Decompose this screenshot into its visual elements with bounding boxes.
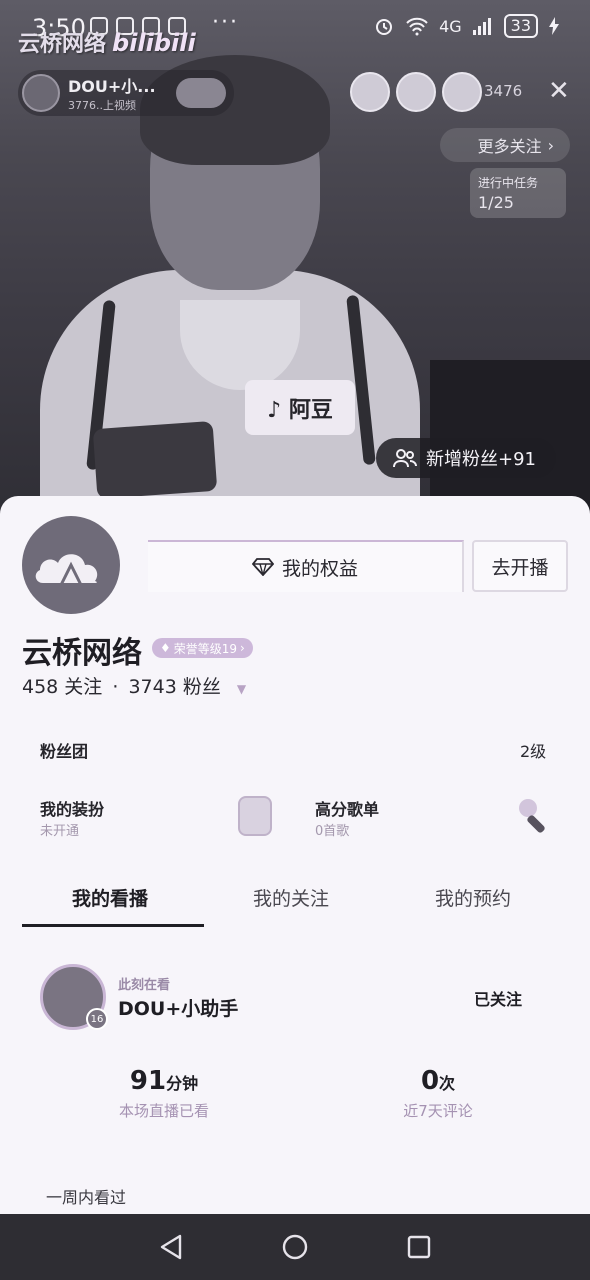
follow-host-button[interactable] [176, 78, 226, 108]
home-button[interactable] [279, 1231, 311, 1263]
my-rights-label: 我的权益 [281, 557, 358, 580]
watch-unit: 分钟 [166, 1074, 199, 1093]
follow-stats[interactable]: 458 关注 · 3743 粉丝 ▼ [22, 672, 246, 699]
top-playlist-label[interactable]: 高分歌单 [315, 796, 379, 820]
following-count[interactable]: 458 关注 [22, 676, 102, 698]
honor-level-badge[interactable]: ♦ 荣誉等级19 › [152, 638, 253, 658]
microphone-icon[interactable] [516, 796, 556, 836]
stats-separator: · [112, 676, 119, 698]
host-avatar[interactable] [22, 74, 60, 112]
chevron-right-icon: › [240, 641, 245, 655]
go-live-button[interactable]: 去开播 [472, 540, 568, 592]
playlist-count: 0首歌 [315, 824, 350, 839]
followers-count[interactable]: 3743 粉丝 [128, 676, 220, 698]
username: 云桥网络 [22, 636, 142, 671]
active-tab-indicator [22, 924, 204, 927]
task-progress: 1/25 [478, 193, 514, 212]
fan-club-label[interactable]: 粉丝团 [40, 738, 88, 762]
comment-count: 0 [420, 1066, 440, 1096]
more-follow-button[interactable]: 更多关注 › [440, 128, 570, 162]
caret-down-icon[interactable]: ▼ [237, 682, 246, 696]
more-follow-label: 更多关注 [477, 137, 542, 156]
my-outfit-status: 未开通 [40, 824, 80, 839]
tab-watching[interactable]: 我的看播 [72, 884, 148, 911]
level-badge: 16 [86, 1008, 108, 1030]
week-history-label: 一周内看过 [46, 1188, 127, 1207]
system-nav-bar [0, 1214, 590, 1280]
tab-reservations[interactable]: 我的预约 [435, 884, 511, 911]
comments-metric: 0次 近7天评论 [378, 1066, 498, 1121]
fan-club-level[interactable]: 2级 [520, 738, 546, 762]
live-profile-screen: ♪ 阿豆 3:50 ··· 4G 33 云桥网络 bilibili DOU+小..… [0, 0, 590, 1280]
profile-avatar[interactable] [22, 516, 120, 614]
profile-panel: 我的权益 去开播 云桥网络 ♦ 荣誉等级19 › 458 关注 · 3743 粉… [0, 496, 590, 1214]
diamond-icon [251, 558, 274, 576]
host-name: DOU+小... [68, 77, 156, 96]
channel-watermark: 云桥网络 bilibili [18, 26, 196, 58]
comment-unit: 次 [439, 1074, 456, 1093]
my-rights-button[interactable]: 我的权益 [148, 540, 464, 592]
cloud-logo-icon [35, 554, 98, 587]
gem-icon: ♦ [160, 641, 171, 655]
host-subtitle: 3776..上视频 [68, 99, 136, 112]
comment-caption: 近7天评论 [403, 1102, 473, 1120]
home-circle-icon [282, 1234, 308, 1260]
back-button[interactable] [155, 1231, 187, 1263]
alarm-icon [376, 19, 393, 35]
chevron-right-icon: › [547, 135, 554, 155]
viewer-count[interactable]: 3476 [484, 82, 522, 100]
top-viewers[interactable] [350, 72, 482, 112]
new-fans-pill[interactable]: 新增粉丝+91 [376, 438, 556, 478]
system-indicators: 4G 33 [373, 14, 560, 38]
recents-square-icon [407, 1235, 431, 1259]
host-info-chip[interactable]: DOU+小... 3776..上视频 [18, 70, 234, 116]
status-bar: 3:50 ··· 4G 33 云桥网络 bilibili [0, 0, 590, 58]
tab-bar: 我的看播 我的关注 我的预约 [0, 884, 590, 928]
battery-level: 33 [503, 14, 538, 38]
watermark-text: 云桥网络 [18, 32, 107, 57]
watch-minutes: 91 [129, 1066, 167, 1096]
watch-caption: 本场直播已看 [118, 1102, 209, 1120]
signal-icon [472, 18, 491, 35]
viewer-avatar[interactable] [350, 72, 390, 112]
network-type: 4G [439, 16, 462, 36]
recents-button[interactable] [403, 1231, 435, 1263]
now-watching-label: 此刻在看 [118, 978, 171, 993]
more-notifications-icon: ··· [212, 10, 239, 35]
charging-icon [549, 17, 559, 35]
now-watching-name[interactable]: DOU+小助手 [118, 994, 238, 1021]
bilibili-logo: bilibili [112, 29, 196, 57]
followed-button[interactable]: 已关注 [474, 986, 522, 1010]
new-fans-label: 新增粉丝+91 [426, 449, 536, 470]
tab-following[interactable]: 我的关注 [253, 884, 329, 911]
wifi-icon [406, 17, 428, 36]
id-card-icon[interactable] [238, 796, 272, 836]
close-icon[interactable]: ✕ [548, 76, 570, 106]
handheld-phone [92, 420, 218, 500]
task-card[interactable]: 进行中任务 1/25 [470, 168, 566, 218]
viewer-avatar[interactable] [396, 72, 436, 112]
honor-level-label: 荣誉等级19 [173, 641, 238, 656]
task-label: 进行中任务 [478, 176, 539, 190]
viewer-avatar[interactable] [442, 72, 482, 112]
back-triangle-icon [160, 1234, 182, 1260]
my-outfit-label[interactable]: 我的装扮 [40, 796, 104, 820]
users-icon [393, 449, 417, 468]
watch-time-metric: 91分钟 本场直播已看 [104, 1066, 224, 1121]
name-sign: ♪ 阿豆 [245, 380, 355, 435]
